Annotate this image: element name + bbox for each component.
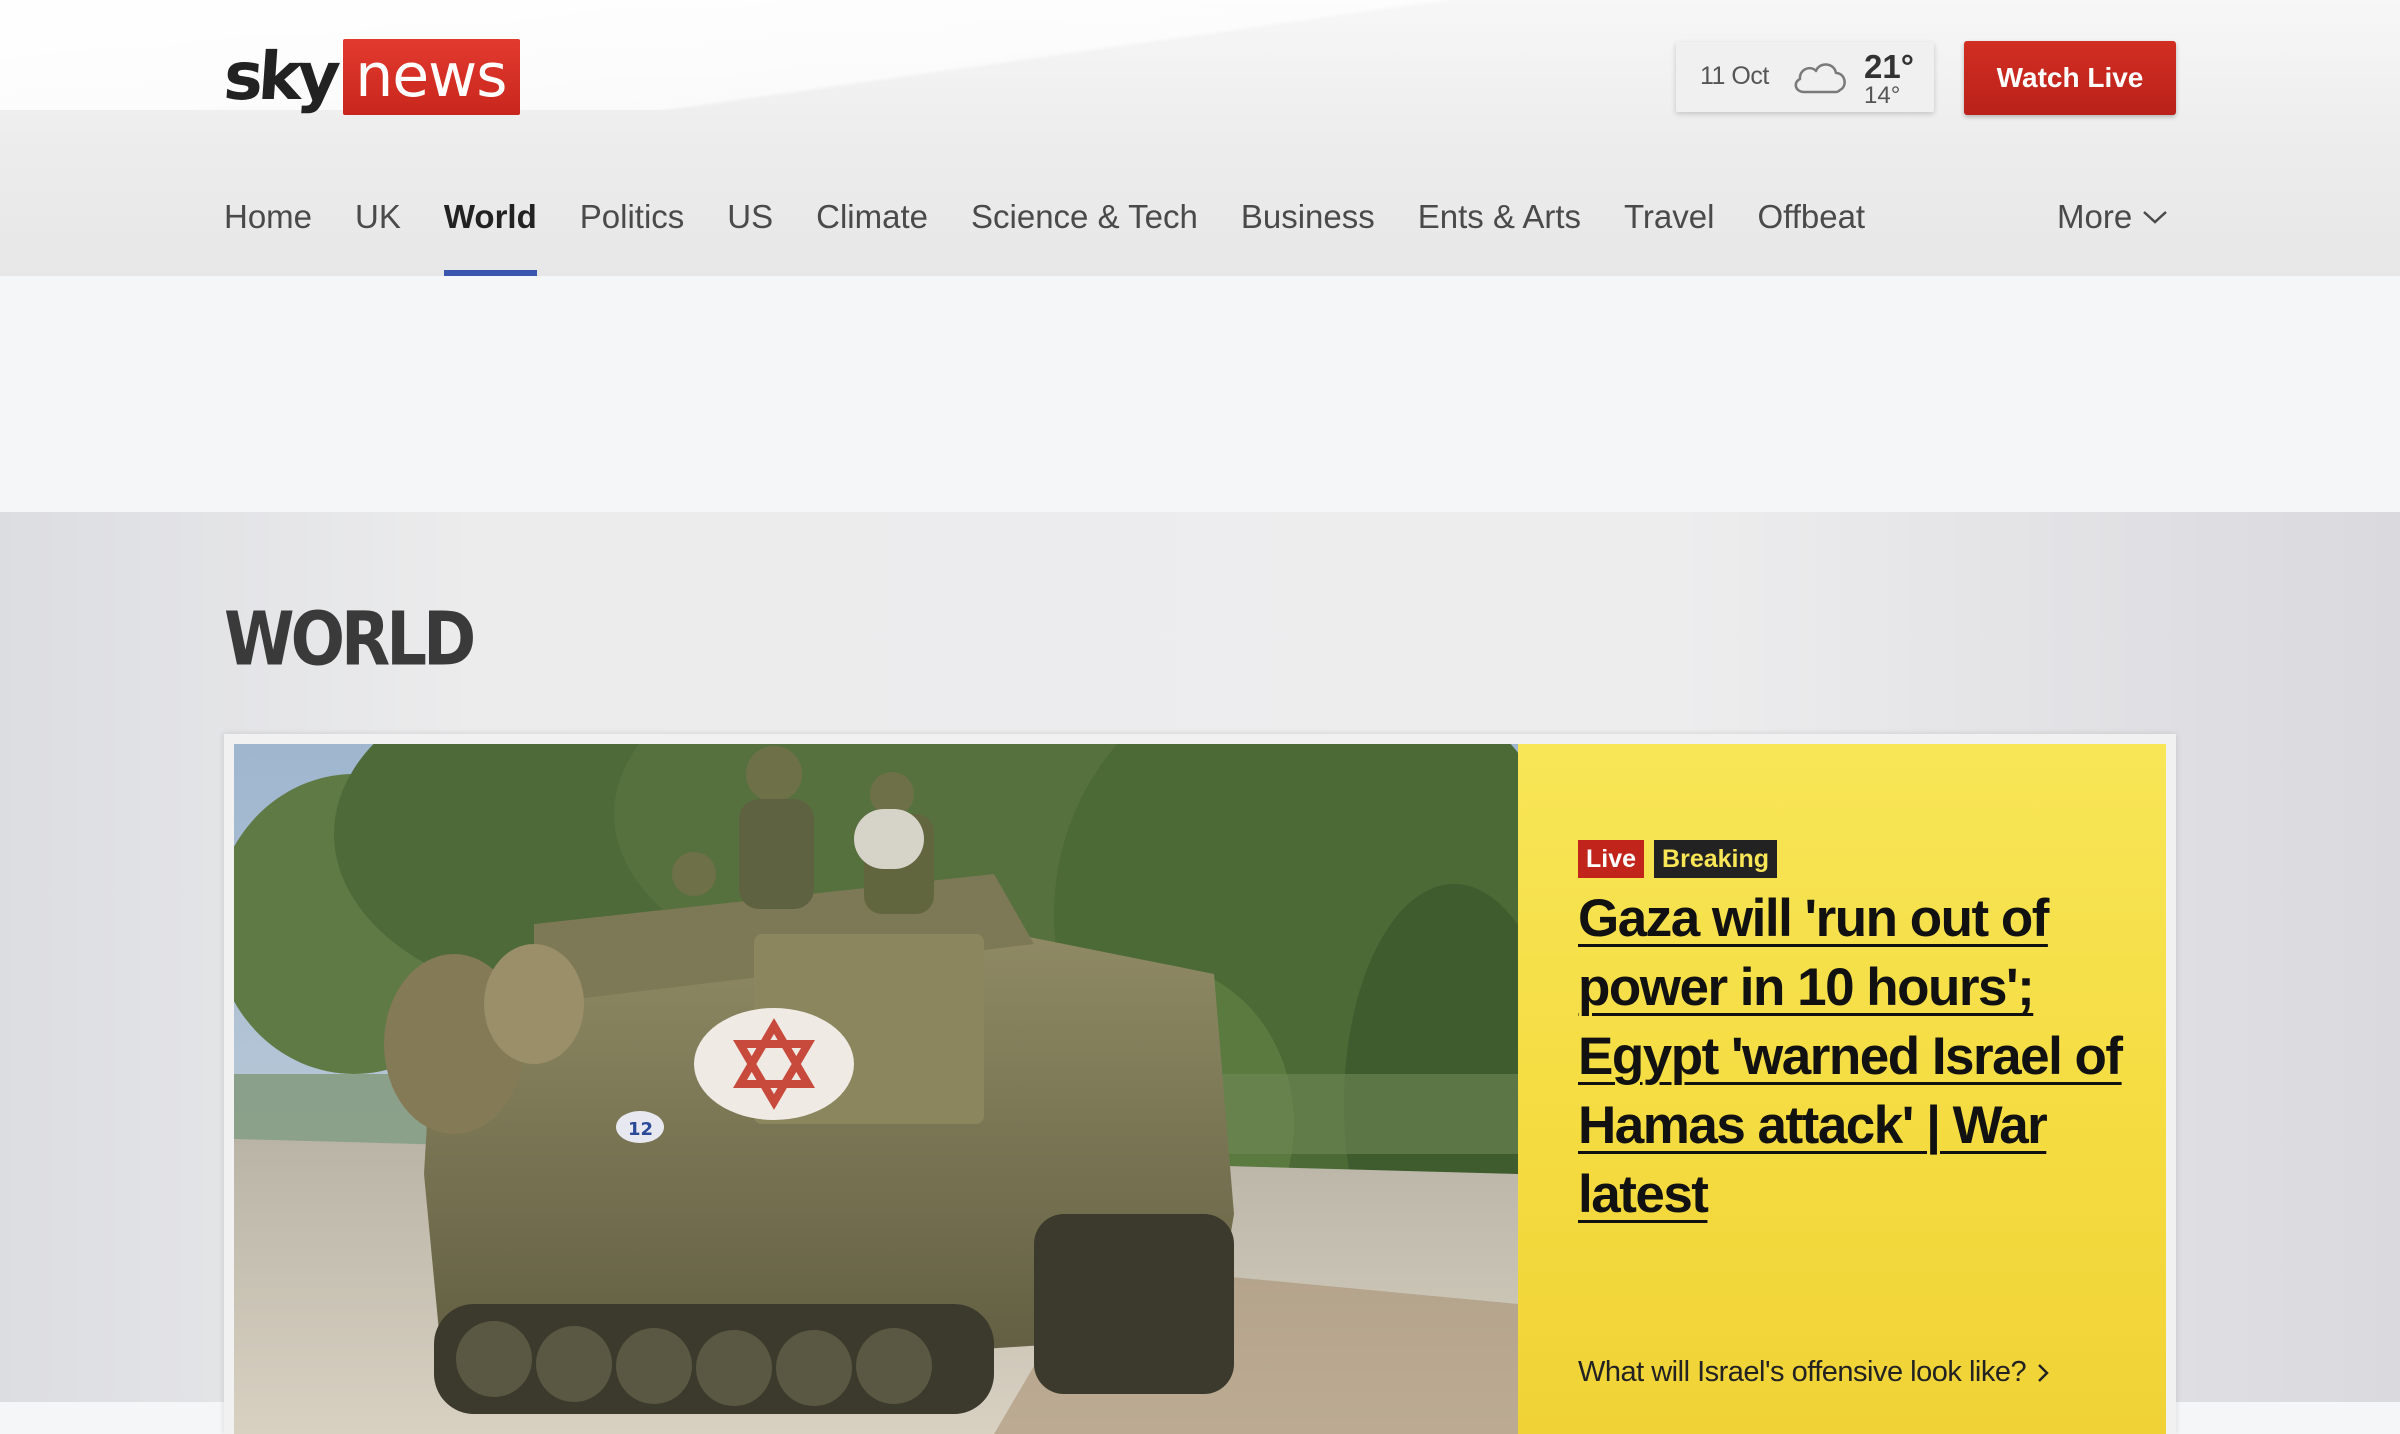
chevron-right-icon [2038, 1363, 2049, 1382]
weather-low-temp: 14° [1864, 82, 1901, 109]
nav-item-home[interactable]: Home [224, 188, 312, 276]
nav-item-science-tech[interactable]: Science & Tech [971, 188, 1198, 276]
logo-sky-text: sky [221, 38, 338, 115]
nav-item-politics[interactable]: Politics [580, 188, 685, 276]
page-title: WORLD [224, 598, 476, 684]
chevron-down-icon [2143, 211, 2168, 224]
nav-item-world[interactable]: World [443, 188, 537, 276]
related-story-label: What will Israel's offensive look like? [1578, 1356, 2027, 1388]
hero-headline: Gaza will 'run out of power in 10 hours'… [1578, 884, 2138, 1229]
hero-headline-link[interactable]: Gaza will 'run out of power in 10 hours'… [1578, 889, 2123, 1224]
world-section: WORLD 12 Live Breaking Gaza will 'run ou… [0, 512, 2400, 1434]
watch-live-button[interactable]: Watch Live [1964, 41, 2176, 115]
nav-item-travel[interactable]: Travel [1624, 188, 1714, 276]
weather-date: 11 Oct [1700, 62, 1769, 90]
cloud-icon [1794, 63, 1846, 94]
live-badge: Live [1578, 840, 1645, 878]
story-badges: Live Breaking [1578, 840, 1778, 878]
weather-widget[interactable]: 11 Oct 21° 14° [1676, 42, 1934, 112]
weather-high-temp: 21° [1864, 48, 1914, 85]
hero-headline-panel: Live Breaking Gaza will 'run out of powe… [1518, 744, 2166, 1434]
main-nav: Home UK World Politics US Climate Scienc… [224, 188, 1908, 276]
nav-item-offbeat[interactable]: Offbeat [1757, 188, 1865, 276]
hero-story: 12 Live Breaking Gaza will 'run out of p… [224, 734, 2176, 1434]
nav-item-uk[interactable]: UK [355, 188, 401, 276]
hero-photo-illustration: 12 [234, 744, 1518, 1434]
advert-slot [0, 276, 2400, 512]
nav-item-business[interactable]: Business [1241, 188, 1375, 276]
svg-text:12: 12 [628, 1119, 653, 1140]
related-story-link[interactable]: What will Israel's offensive look like? [1578, 1356, 2050, 1389]
logo-news-text: news [343, 39, 521, 115]
more-label: More [2057, 198, 2133, 235]
nav-item-us[interactable]: US [727, 188, 773, 276]
nav-item-ents-arts[interactable]: Ents & Arts [1418, 188, 1581, 276]
more-menu-button[interactable]: More [2057, 188, 2168, 246]
hero-image[interactable]: 12 [234, 744, 1518, 1434]
nav-item-climate[interactable]: Climate [816, 188, 928, 276]
sky-news-logo[interactable]: sky news [221, 38, 521, 116]
site-header: sky news 11 Oct 21° 14° Watch Live Home … [0, 0, 2400, 276]
breaking-badge: Breaking [1654, 840, 1778, 878]
